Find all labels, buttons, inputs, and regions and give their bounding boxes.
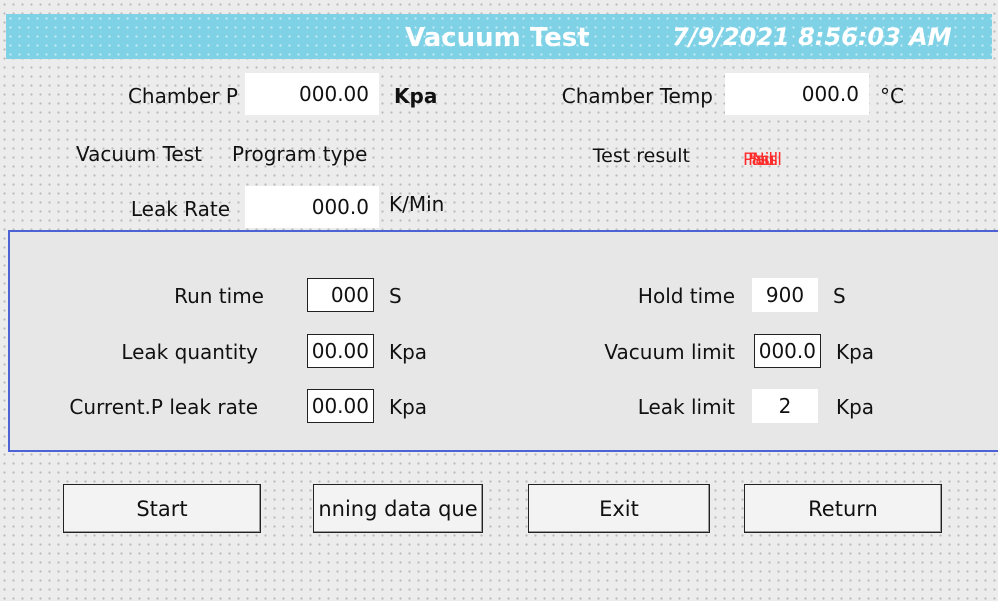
leak-quantity-unit: Kpa [389, 340, 428, 364]
chamber-temp-label: Chamber Temp [561, 84, 713, 108]
run-time-unit: S [389, 284, 402, 308]
current-p-leak-rate-value: 00.00 [307, 389, 374, 423]
hold-time-label: Hold time [637, 284, 735, 308]
test-result-label: Test result [592, 145, 690, 167]
current-p-leak-rate-label: Current.P leak rate [69, 395, 258, 419]
test-result-value-3: Null [752, 150, 782, 170]
leak-quantity-label: Leak quantity [121, 340, 258, 364]
vacuum-test-label: Vacuum Test [76, 142, 202, 166]
leak-rate-value: 000.0 [245, 186, 379, 228]
running-data-query-button[interactable]: nning data que [313, 484, 483, 533]
chamber-p-value: 000.00 [245, 73, 379, 115]
vacuum-limit-label: Vacuum limit [604, 340, 735, 364]
hold-time-unit: S [833, 284, 846, 308]
leak-rate-unit: K/Min [389, 192, 445, 216]
program-type-label: Program type [232, 142, 368, 166]
run-time-value: 000 [307, 278, 374, 312]
run-time-label: Run time [174, 284, 264, 308]
chamber-temp-unit: °C [880, 84, 904, 108]
start-button[interactable]: Start [63, 484, 261, 533]
leak-quantity-value: 00.00 [307, 334, 374, 368]
chamber-p-unit: Kpa [394, 84, 438, 108]
page-title: Vacuum Test [405, 23, 590, 53]
datetime-display: 7/9/2021 8:56:03 AM [672, 23, 952, 51]
return-button[interactable]: Return [744, 484, 942, 533]
current-p-leak-rate-unit: Kpa [389, 395, 428, 419]
hold-time-value: 900 [752, 278, 818, 312]
chamber-p-label: Chamber P [127, 84, 238, 108]
leak-limit-label: Leak limit [637, 395, 735, 419]
exit-button[interactable]: Exit [528, 484, 710, 533]
leak-limit-value: 2 [752, 389, 818, 423]
leak-rate-label: Leak Rate [130, 197, 230, 221]
vacuum-limit-unit: Kpa [836, 340, 875, 364]
leak-limit-unit: Kpa [836, 395, 875, 419]
vacuum-limit-value: 000.0 [754, 334, 821, 368]
chamber-temp-value: 000.0 [725, 73, 869, 115]
